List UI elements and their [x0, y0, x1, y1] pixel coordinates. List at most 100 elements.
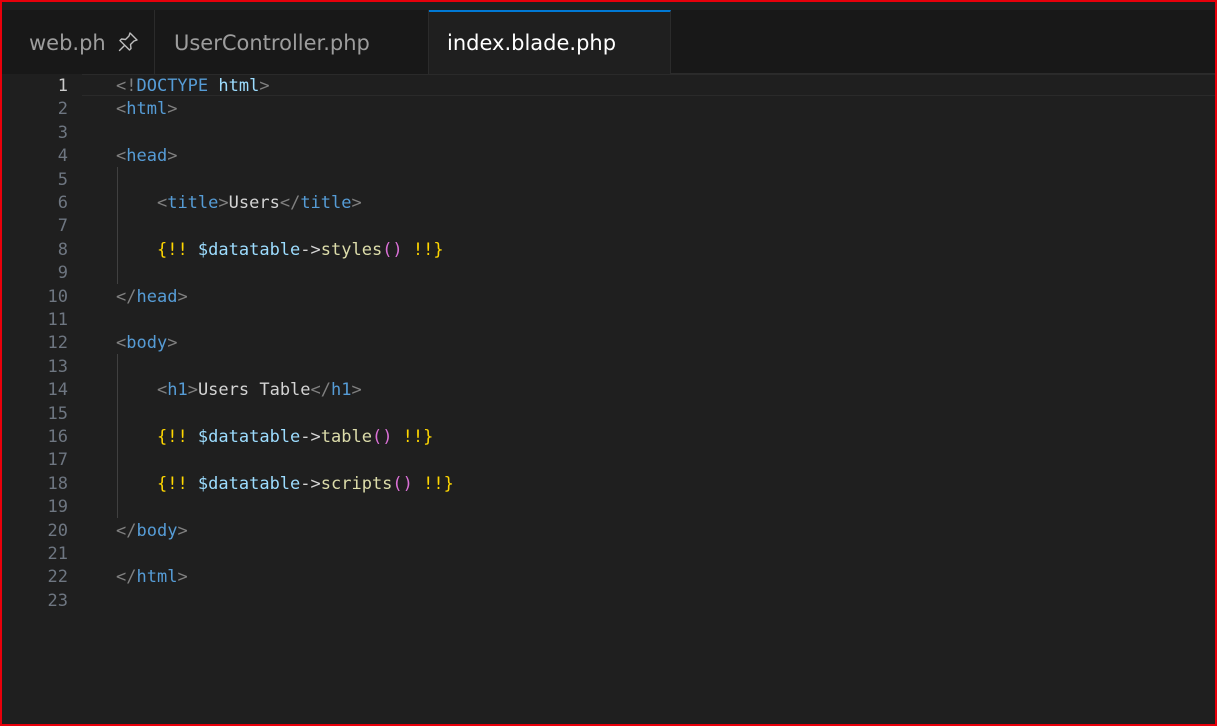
- code-line[interactable]: 9: [2, 261, 1215, 284]
- code-line[interactable]: 3: [2, 121, 1215, 144]
- code-line[interactable]: 19: [2, 495, 1215, 518]
- code-line[interactable]: 14 <h1>Users Table</h1>: [2, 378, 1215, 401]
- code-line[interactable]: 10 </head>: [2, 285, 1215, 308]
- code-token: head: [126, 146, 168, 167]
- code-line[interactable]: 20 </body>: [2, 519, 1215, 542]
- line-number: 7: [57, 216, 68, 237]
- code-text: <h1>Users Table</h1>: [116, 380, 362, 400]
- code-token: head: [136, 286, 178, 307]
- tab-web-php[interactable]: web.php: [2, 10, 155, 74]
- code-line[interactable]: 4 <head>: [2, 144, 1215, 167]
- code-line[interactable]: 11: [2, 308, 1215, 331]
- code-token: (): [392, 473, 413, 494]
- line-number: 23: [47, 590, 68, 611]
- line-number: 13: [47, 356, 68, 377]
- code-line[interactable]: 13: [2, 355, 1215, 378]
- tab-index-blade-php[interactable]: index.blade.php: [429, 10, 671, 75]
- line-number: 10: [47, 286, 68, 307]
- code-token: body: [136, 520, 178, 541]
- line-number: 6: [57, 193, 68, 213]
- code-text: {!! $datatable->scripts() !!}: [116, 474, 454, 494]
- line-number: 20: [47, 520, 68, 541]
- code-token: >: [167, 99, 178, 120]
- code-line[interactable]: 21: [2, 542, 1215, 565]
- code-text: <head>: [116, 146, 177, 166]
- code-token: </: [279, 193, 301, 213]
- line-number: 14: [47, 380, 68, 401]
- line-number: 15: [47, 403, 68, 424]
- code-token: >: [177, 286, 188, 307]
- code-token: ->: [300, 427, 321, 447]
- code-editor[interactable]: 1 <!DOCTYPE html> 2 <html> 3 4 <head> 5 6 < title…: [2, 74, 1215, 724]
- code-token: ->: [300, 239, 321, 260]
- code-token: >: [187, 380, 198, 401]
- code-line[interactable]: 17: [2, 448, 1215, 471]
- line-number: 11: [47, 310, 68, 330]
- code-token: {: [156, 427, 168, 447]
- code-line[interactable]: 8 {!! $datatable->styles() !!}: [2, 238, 1215, 261]
- code-token: >: [167, 333, 178, 354]
- tab-bar: web.php UserController.php index.blade.p…: [2, 10, 1215, 75]
- line-number: 18: [47, 473, 68, 494]
- code-text: <!DOCTYPE html>: [116, 76, 270, 96]
- code-token: </: [116, 520, 137, 541]
- code-token: >: [167, 146, 178, 167]
- code-text: </head>: [116, 287, 188, 307]
- tab-label: index.blade.php: [447, 31, 617, 55]
- code-token: !!: [392, 427, 424, 447]
- code-line[interactable]: 16 {!! $datatable->table() !!}: [2, 425, 1215, 448]
- code-line[interactable]: 5: [2, 168, 1215, 191]
- code-line[interactable]: 22 </html>: [2, 565, 1215, 588]
- code-text: <body>: [116, 333, 177, 353]
- code-token: html: [126, 99, 168, 120]
- code-line[interactable]: 15: [2, 402, 1215, 425]
- code-token: title: [300, 193, 352, 213]
- pin-icon[interactable]: [116, 30, 140, 59]
- code-token: <: [116, 333, 127, 354]
- line-number: 22: [47, 567, 68, 588]
- code-text: </html>: [116, 567, 188, 587]
- editor-window: web.php UserController.php index.blade.p…: [0, 0, 1217, 726]
- line-number: 16: [47, 427, 68, 447]
- code-token: <: [116, 146, 127, 167]
- code-token: html: [218, 76, 260, 96]
- code-line[interactable]: 2 <html>: [2, 97, 1215, 120]
- code-token: html: [136, 567, 178, 588]
- tab-usercontroller-php[interactable]: UserController.php: [155, 10, 429, 74]
- code-line[interactable]: 1 <!DOCTYPE html>: [2, 74, 1215, 97]
- tab-label: UserController.php: [174, 31, 370, 55]
- code-line[interactable]: 12 <body>: [2, 331, 1215, 354]
- code-token: h1: [167, 380, 188, 401]
- line-number: 9: [57, 263, 68, 284]
- code-token: scripts: [320, 473, 393, 494]
- code-token: <: [156, 193, 168, 213]
- code-token: Users Table: [197, 380, 311, 401]
- code-line[interactable]: 6 <title>Users</title>: [2, 191, 1215, 214]
- code-token: $datatable: [197, 427, 301, 447]
- code-token: h1: [331, 380, 352, 401]
- code-token: <!: [116, 76, 137, 96]
- code-line[interactable]: 18 {!! $datatable->scripts() !!}: [2, 472, 1215, 495]
- code-token: (): [371, 427, 393, 447]
- code-token: {: [156, 239, 168, 260]
- code-line[interactable]: 23: [2, 589, 1215, 612]
- code-token: table: [320, 427, 372, 447]
- line-number: 8: [57, 239, 68, 260]
- code-line[interactable]: 7: [2, 214, 1215, 237]
- code-text: {!! $datatable->table() !!}: [116, 427, 433, 447]
- code-token: >: [177, 520, 188, 541]
- code-token: }: [423, 427, 434, 447]
- code-token: !!: [167, 239, 198, 260]
- line-number: 17: [47, 450, 68, 471]
- tab-label: web.php: [29, 31, 104, 55]
- line-number: 21: [47, 544, 68, 564]
- code-token: !!: [412, 473, 444, 494]
- code-token: >: [259, 76, 270, 96]
- code-token: (): [382, 239, 403, 260]
